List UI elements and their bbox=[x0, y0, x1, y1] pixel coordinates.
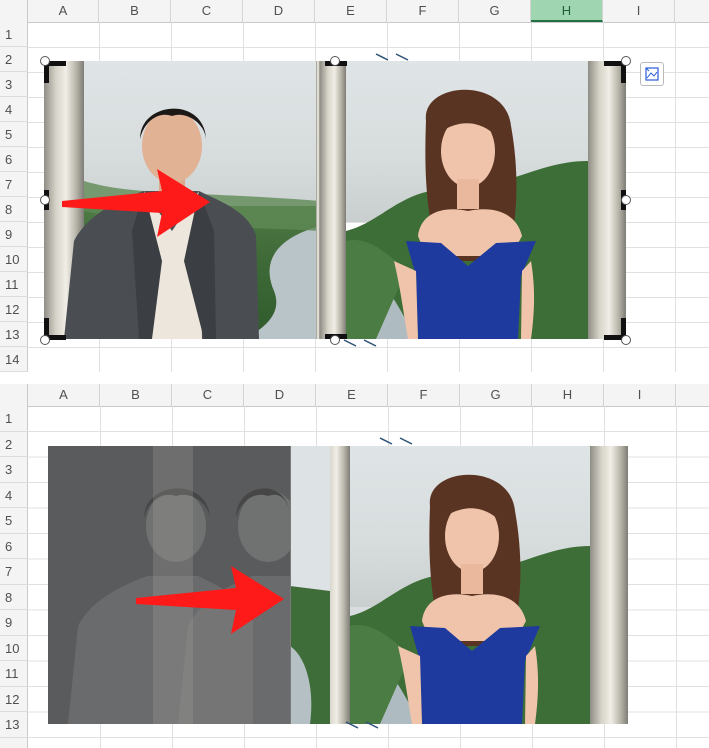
spreadsheet-top: A B C D E F G H I 1 2 3 4 5 6 7 8 9 10 1… bbox=[0, 0, 709, 372]
layout-options-icon bbox=[645, 67, 659, 81]
picture-object[interactable] bbox=[48, 446, 628, 724]
column-header-e[interactable]: E bbox=[316, 384, 388, 406]
spreadsheet-bottom: A B C D E F G H I 1 2 3 4 5 6 7 8 9 10 1… bbox=[0, 384, 709, 748]
row-header[interactable]: 5 bbox=[0, 122, 28, 147]
column-header-bar: A B C D E F G H I bbox=[28, 384, 709, 407]
row-header[interactable]: 7 bbox=[0, 172, 28, 197]
section-gap bbox=[0, 372, 709, 384]
row-header[interactable]: 9 bbox=[0, 222, 28, 247]
row-header[interactable]: 9 bbox=[0, 610, 28, 636]
resize-handle[interactable] bbox=[621, 195, 631, 205]
column-header-h[interactable]: H bbox=[531, 0, 603, 22]
column-header-d[interactable]: D bbox=[244, 384, 316, 406]
photo-woman bbox=[320, 61, 626, 339]
resize-handle[interactable] bbox=[330, 56, 340, 66]
column-header-b[interactable]: B bbox=[99, 0, 171, 22]
cell-marks bbox=[375, 53, 409, 61]
column-header-g[interactable]: G bbox=[460, 384, 532, 406]
resize-handle[interactable] bbox=[40, 195, 50, 205]
row-header[interactable]: 1 bbox=[0, 406, 28, 432]
row-header[interactable]: 7 bbox=[0, 559, 28, 585]
cell-marks bbox=[345, 721, 379, 729]
row-header[interactable]: 2 bbox=[0, 432, 28, 457]
window-frame-right bbox=[590, 446, 628, 724]
row-header[interactable]: 1 bbox=[0, 22, 28, 47]
column-header-i[interactable]: I bbox=[604, 384, 676, 406]
row-header[interactable]: 4 bbox=[0, 483, 28, 508]
row-header-bar: 1 2 3 4 5 6 7 8 9 10 11 12 13 14 bbox=[0, 22, 28, 372]
column-header-i[interactable]: I bbox=[603, 0, 675, 22]
layout-options-button[interactable] bbox=[640, 62, 664, 86]
row-header[interactable]: 14 bbox=[0, 347, 28, 372]
resize-handle[interactable] bbox=[621, 335, 631, 345]
red-arrow bbox=[136, 566, 284, 634]
window-frame-left bbox=[320, 61, 346, 339]
column-header-f[interactable]: F bbox=[387, 0, 459, 22]
woman-figure bbox=[398, 474, 540, 724]
row-header[interactable]: 10 bbox=[0, 247, 28, 272]
resize-handle[interactable] bbox=[621, 56, 631, 66]
row-header[interactable]: 12 bbox=[0, 297, 28, 322]
row-header[interactable]: 3 bbox=[0, 457, 28, 483]
resize-handle[interactable] bbox=[40, 56, 50, 66]
row-header[interactable]: 13 bbox=[0, 322, 28, 347]
column-header-b[interactable]: B bbox=[100, 384, 172, 406]
column-header-h[interactable]: H bbox=[532, 384, 604, 406]
red-arrow bbox=[62, 169, 210, 237]
select-all-corner[interactable] bbox=[0, 384, 28, 406]
row-header[interactable]: 13 bbox=[0, 712, 28, 738]
column-header-f[interactable]: F bbox=[388, 384, 460, 406]
column-header-a[interactable]: A bbox=[28, 384, 100, 406]
column-header-bar: A B C D E F G H I bbox=[28, 0, 709, 23]
row-header[interactable]: 4 bbox=[0, 97, 28, 122]
row-header[interactable]: 5 bbox=[0, 508, 28, 534]
select-all-corner[interactable] bbox=[0, 0, 28, 22]
row-header[interactable]: 8 bbox=[0, 585, 28, 610]
column-header-c[interactable]: C bbox=[172, 384, 244, 406]
column-header-a[interactable]: A bbox=[28, 0, 99, 22]
row-header-bar: 1 2 3 4 5 6 7 8 9 10 11 12 13 bbox=[0, 406, 28, 748]
row-header[interactable]: 2 bbox=[0, 47, 28, 72]
row-header[interactable]: 11 bbox=[0, 272, 28, 297]
row-header[interactable]: 12 bbox=[0, 687, 28, 712]
column-header-e[interactable]: E bbox=[315, 0, 387, 22]
row-header[interactable]: 6 bbox=[0, 147, 28, 172]
resize-handle[interactable] bbox=[40, 335, 50, 345]
cell-marks bbox=[379, 437, 413, 445]
row-header[interactable]: 3 bbox=[0, 72, 28, 97]
preview-edge bbox=[290, 446, 291, 724]
column-header-g[interactable]: G bbox=[459, 0, 531, 22]
landscape-strip bbox=[290, 446, 330, 724]
row-header[interactable]: 11 bbox=[0, 661, 28, 687]
resize-handle[interactable] bbox=[330, 335, 340, 345]
column-header-d[interactable]: D bbox=[243, 0, 315, 22]
row-header[interactable]: 6 bbox=[0, 534, 28, 559]
picture-object[interactable] bbox=[44, 61, 626, 339]
row-header[interactable]: 8 bbox=[0, 197, 28, 222]
cell-marks bbox=[343, 339, 377, 347]
column-header-c[interactable]: C bbox=[171, 0, 243, 22]
woman-figure bbox=[394, 89, 536, 339]
row-header[interactable]: 10 bbox=[0, 636, 28, 661]
